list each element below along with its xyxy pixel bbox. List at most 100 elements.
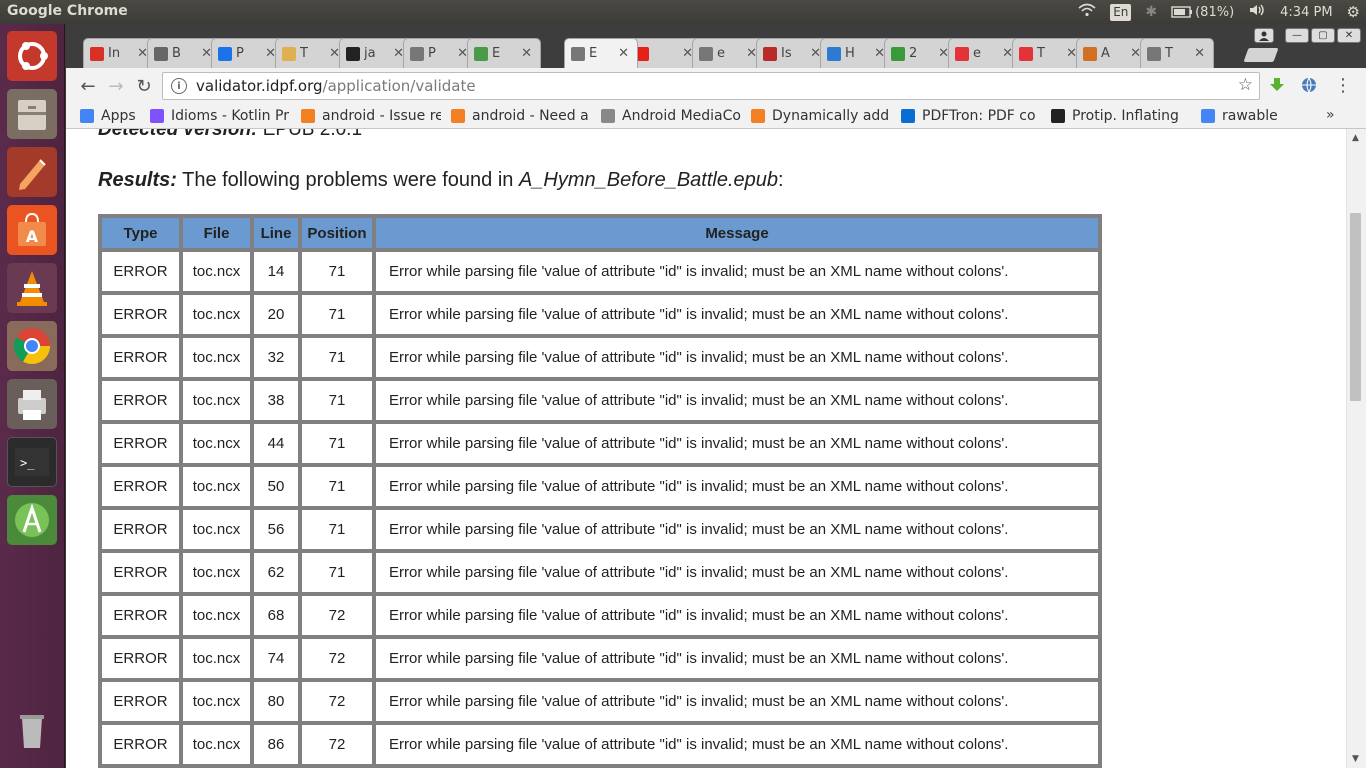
bookmark-item[interactable]: Idioms - Kotlin Pr: [150, 106, 290, 126]
new-tab-button[interactable]: [1243, 48, 1279, 62]
ubuntu-dash-icon[interactable]: [7, 31, 57, 81]
bookmark-item[interactable]: Android MediaCo: [601, 106, 741, 126]
tab-title: A: [1101, 46, 1110, 61]
tab-close-icon[interactable]: ✕: [521, 46, 532, 61]
tab-title: In: [108, 46, 121, 61]
browser-tab[interactable]: E ✕: [564, 38, 638, 68]
address-bar[interactable]: i validator.idpf.org/application/validat…: [162, 72, 1260, 100]
table-row: ERROR toc.ncx 74 72 Error while parsing file…: [100, 637, 1100, 680]
bookmark-item[interactable]: Apps: [80, 106, 142, 126]
browser-tab[interactable]: A ✕: [1076, 38, 1150, 68]
table-row: ERROR toc.ncx 32 71 Error while parsing file…: [100, 336, 1100, 379]
browser-tab[interactable]: P ✕: [403, 38, 477, 68]
browser-tab[interactable]: E ✕: [467, 38, 541, 68]
browser-tab[interactable]: e ✕: [948, 38, 1022, 68]
ebay-icon: [955, 46, 969, 61]
profile-icon[interactable]: [1254, 28, 1274, 43]
header-file: File: [181, 216, 252, 250]
unity-launcher: A >_: [0, 24, 65, 768]
cell-line: 44: [252, 422, 300, 465]
reload-button[interactable]: ↻: [133, 75, 155, 97]
bookmarks-overflow-icon[interactable]: »: [1326, 107, 1335, 123]
bookmark-item[interactable]: android - Need a: [451, 106, 591, 126]
bluetooth-icon[interactable]: ✱: [1145, 4, 1157, 20]
browser-tab[interactable]: ✕: [628, 38, 702, 68]
cell-message: Error while parsing file 'value of attri…: [374, 723, 1100, 766]
results-label: Results:: [98, 169, 177, 191]
browser-tab[interactable]: e ✕: [692, 38, 766, 68]
terminal-icon[interactable]: >_: [7, 437, 57, 487]
chrome-icon[interactable]: [7, 321, 57, 371]
browser-tab[interactable]: Is ✕: [756, 38, 830, 68]
system-top-panel: Google Chrome En ✱ (81%) 4:34 PM ⚙: [0, 0, 1366, 24]
browser-tab[interactable]: B ✕: [147, 38, 221, 68]
download-extension-icon[interactable]: [1268, 76, 1286, 98]
trash-icon[interactable]: [7, 705, 57, 755]
printer-icon[interactable]: [7, 379, 57, 429]
keyboard-layout-indicator[interactable]: En: [1110, 3, 1132, 21]
cell-type: ERROR: [100, 336, 181, 379]
tab-strip: In ✕ B ✕ P ✕ T ✕ ja ✕ P ✕ E ✕ E ✕ ✕ e ✕ Is ✕ H ✕ 2 ✕ e ✕ T ✕ A ✕ T ✕ — ▢…: [66, 24, 1366, 68]
detected-version: Detected version: EPUB 2.0.1: [98, 129, 362, 141]
back-button[interactable]: ←: [77, 75, 99, 97]
scroll-up-icon[interactable]: ▲: [1352, 133, 1359, 143]
tab-title: Is: [781, 46, 792, 61]
maximize-button[interactable]: ▢: [1311, 28, 1335, 43]
pencil-editor-icon[interactable]: [7, 147, 57, 197]
cell-position: 71: [300, 551, 374, 594]
files-icon[interactable]: [7, 89, 57, 139]
site-info-icon[interactable]: i: [171, 78, 187, 94]
cell-position: 71: [300, 293, 374, 336]
software-center-icon[interactable]: A: [7, 205, 57, 255]
close-window-button[interactable]: ✕: [1337, 28, 1361, 43]
page-icon: [1147, 46, 1161, 61]
bookmark-item[interactable]: PDFTron: PDF co: [901, 106, 1041, 126]
vlc-icon[interactable]: [7, 263, 57, 313]
page-scrollbar[interactable]: ▲ ▼: [1346, 129, 1366, 768]
tab-title: T: [1165, 46, 1173, 61]
tab-close-icon[interactable]: ✕: [1194, 46, 1205, 61]
extension-globe-icon[interactable]: [1300, 76, 1318, 98]
cell-type: ERROR: [100, 250, 181, 293]
battery-icon: [1171, 6, 1193, 18]
volume-icon[interactable]: [1248, 3, 1266, 21]
wifi-icon[interactable]: [1078, 3, 1096, 21]
bookmark-star-icon[interactable]: ☆: [1238, 75, 1253, 95]
cell-message: Error while parsing file 'value of attri…: [374, 293, 1100, 336]
leaf-icon: [891, 46, 905, 61]
browser-tab[interactable]: In ✕: [83, 38, 157, 68]
browser-tab[interactable]: H ✕: [820, 38, 894, 68]
table-row: ERROR toc.ncx 14 71 Error while parsing file…: [100, 250, 1100, 293]
browser-tab[interactable]: P ✕: [211, 38, 285, 68]
tab-title: B: [172, 46, 181, 61]
page-icon: [601, 109, 615, 123]
table-row: ERROR toc.ncx 62 71 Error while parsing file…: [100, 551, 1100, 594]
tab-close-icon[interactable]: ✕: [618, 46, 629, 61]
bookmark-item[interactable]: android - Issue re: [301, 106, 441, 126]
clock[interactable]: 4:34 PM: [1280, 5, 1332, 20]
minimize-button[interactable]: —: [1285, 28, 1309, 43]
tab-title: e: [973, 46, 981, 61]
url-host: validator.idpf.org: [196, 77, 323, 95]
cell-line: 38: [252, 379, 300, 422]
cell-type: ERROR: [100, 379, 181, 422]
browser-tab[interactable]: T ✕: [1012, 38, 1086, 68]
link-circle-icon: [218, 46, 232, 61]
browser-tab[interactable]: T ✕: [1140, 38, 1214, 68]
bookmark-item[interactable]: Dynamically add: [751, 106, 891, 126]
cell-file: toc.ncx: [181, 551, 252, 594]
android-studio-icon[interactable]: [7, 495, 57, 545]
scrollbar-thumb[interactable]: [1350, 213, 1361, 401]
cell-position: 71: [300, 379, 374, 422]
chrome-menu-icon[interactable]: ⋮: [1334, 75, 1352, 96]
bookmark-item[interactable]: Protip. Inflating: [1051, 106, 1191, 126]
cell-position: 71: [300, 250, 374, 293]
scroll-down-icon[interactable]: ▼: [1352, 754, 1359, 764]
settings-gear-icon[interactable]: ⚙: [1347, 3, 1360, 21]
browser-tab[interactable]: ja ✕: [339, 38, 413, 68]
forward-button[interactable]: →: [105, 75, 127, 97]
browser-tab[interactable]: 2 ✕: [884, 38, 958, 68]
bookmark-item[interactable]: rawable: [1201, 106, 1321, 126]
browser-tab[interactable]: T ✕: [275, 38, 349, 68]
battery-indicator[interactable]: (81%): [1171, 5, 1234, 20]
